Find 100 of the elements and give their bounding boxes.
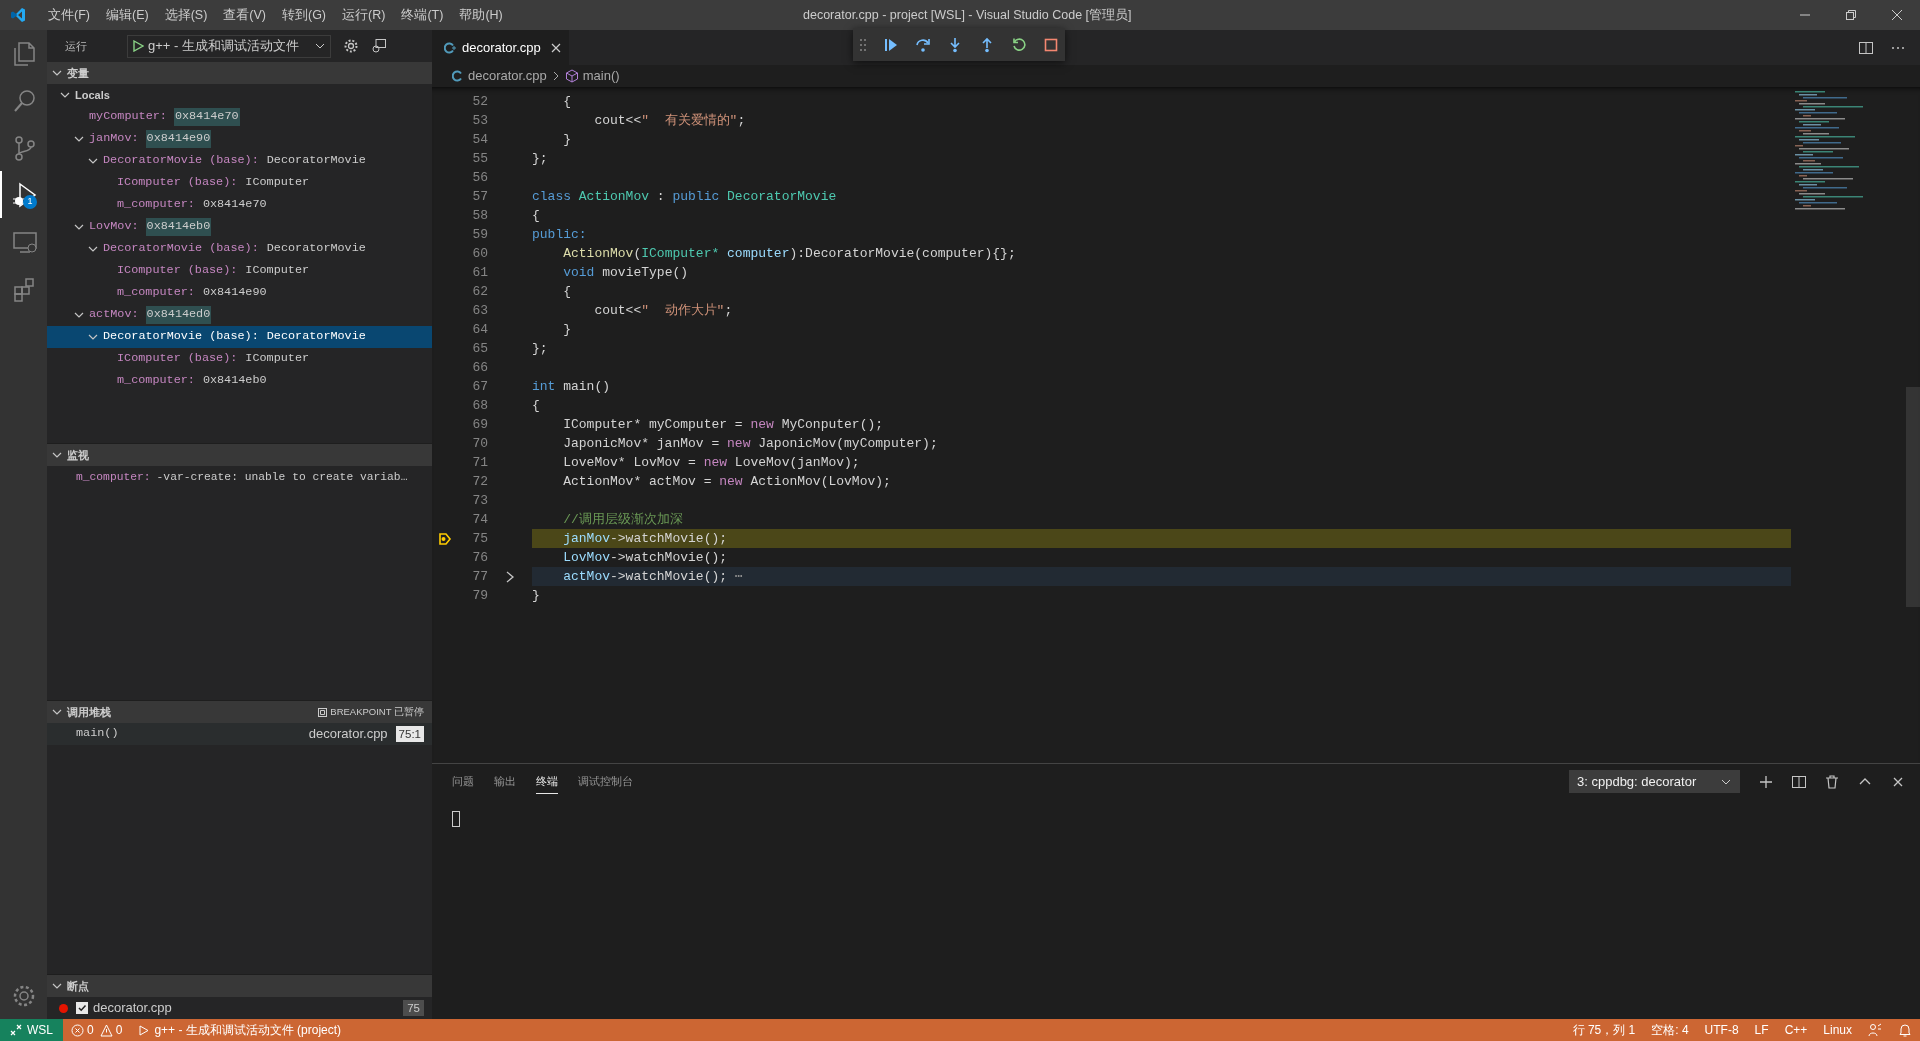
variable-row[interactable]: myComputer: 0x8414e70 (47, 106, 432, 128)
panel-tab[interactable]: 调试控制台 (578, 768, 633, 795)
line-number: 66 (471, 358, 488, 377)
variable-value: DecoratorMovie (265, 152, 367, 170)
bell-icon[interactable] (1898, 1023, 1912, 1037)
variable-value: IComputer (244, 350, 311, 368)
stack-frame[interactable]: main() decorator.cpp 75:1 (47, 723, 432, 745)
breadcrumb[interactable]: main() (582, 66, 620, 86)
debug-console-icon[interactable] (371, 38, 387, 54)
settings-icon[interactable] (343, 38, 359, 54)
trash-icon[interactable] (1824, 773, 1840, 790)
variable-row[interactable]: IComputer (base): IComputer (47, 172, 432, 194)
line-number: 73 (471, 491, 488, 510)
remote-icon (10, 1024, 22, 1036)
status-item[interactable]: 空格: 4 (1643, 1021, 1697, 1039)
position-badge: 75:1 (395, 726, 424, 742)
variable-row[interactable]: m_computer: 0x8414e70 (47, 194, 432, 216)
variable-row[interactable]: m_computer: 0x8414e90 (47, 282, 432, 304)
variable-value: 0x8414ed0 (145, 306, 212, 324)
variable-value: 0x8414e70 (173, 108, 240, 126)
play-icon (138, 1024, 150, 1036)
section-header[interactable]: 监视 (47, 444, 432, 466)
variable-row[interactable]: DecoratorMovie (base): DecoratorMovie (47, 150, 432, 172)
frame-name: main() (76, 725, 119, 743)
checkbox[interactable] (76, 1002, 88, 1014)
watch-row[interactable]: m_computer: -var-create: unable to create variab… (47, 466, 432, 488)
problems-indicator[interactable]: 0 0 (63, 1021, 131, 1039)
section-header[interactable]: 调用堆栈 BREAKPOINT 已暂停 (47, 701, 432, 723)
variable-row[interactable]: IComputer (base): IComputer (47, 260, 432, 282)
code-line: { (532, 397, 541, 415)
line-number: 70 (471, 434, 488, 453)
menu-item[interactable]: 选择(S) (156, 5, 216, 25)
code-line: { (562, 93, 572, 111)
code-line: cout<<" 有关爱情的"; (593, 112, 747, 130)
line-number: 75 (471, 529, 488, 548)
line-number: 57 (471, 187, 488, 206)
remote-indicator[interactable]: WSL (0, 1019, 63, 1041)
fold-chevron-icon[interactable] (505, 569, 515, 584)
menu-item[interactable]: 查看(V) (215, 5, 274, 25)
line-number: 79 (471, 586, 488, 605)
line-number: 65 (471, 339, 488, 358)
variable-row[interactable]: m_computer: 0x8414eb0 (47, 370, 432, 392)
panel-tab[interactable]: 终端 (536, 768, 558, 795)
paused-status: BREAKPOINT 已暂停 (318, 704, 424, 720)
panel-tab[interactable]: 输出 (494, 768, 516, 795)
split-editor-icon[interactable] (1858, 39, 1874, 56)
cpp-file-icon (452, 70, 464, 82)
launch-indicator[interactable]: g++ - 生成和调试活动文件 (project) (130, 1021, 350, 1039)
step-over-icon[interactable] (915, 36, 931, 53)
launch-config-dropdown[interactable]: g++ - 生成和调试活动文件 (127, 34, 331, 58)
feedback-icon[interactable] (1868, 1023, 1882, 1037)
variable-row[interactable]: actMov: 0x8414ed0 (47, 304, 432, 326)
menu-item[interactable]: 编辑(E) (97, 5, 157, 25)
split-terminal-icon[interactable] (1791, 773, 1807, 790)
line-number: 72 (471, 472, 488, 491)
close-icon[interactable] (550, 42, 561, 53)
section-header[interactable]: 断点 (47, 975, 432, 997)
breadcrumb[interactable]: decorator.cpp (468, 66, 547, 86)
variable-name: actMov: (89, 306, 139, 324)
menu-item[interactable]: 文件(F) (40, 5, 98, 25)
code-line: JaponicMov* janMov = new JaponicMov(myComputer); (562, 435, 939, 453)
variable-value: 0x8414e90 (201, 284, 268, 302)
status-item[interactable]: Linux (1815, 1021, 1860, 1039)
breakpoint-row[interactable]: decorator.cpp 75 (47, 997, 432, 1019)
plus-icon[interactable] (1758, 773, 1774, 790)
continue-icon[interactable] (883, 36, 899, 53)
variable-value: DecoratorMovie (265, 240, 367, 258)
restart-icon[interactable] (1011, 36, 1027, 53)
terminal-dropdown[interactable]: 3: cppdbg: decorator (1569, 770, 1740, 793)
drag-grip-icon[interactable] (859, 37, 867, 52)
status-item[interactable]: LF (1746, 1021, 1777, 1039)
line-number: 56 (471, 168, 488, 187)
step-into-icon[interactable] (947, 36, 963, 53)
terminal-cursor (452, 811, 460, 827)
paused-breakpoint-icon (438, 531, 452, 546)
variable-row[interactable]: DecoratorMovie (base): DecoratorMovie (47, 326, 432, 348)
line-number: 62 (471, 282, 488, 301)
menu-item[interactable]: 终端(T) (393, 5, 452, 25)
scope-row[interactable]: Locals (47, 84, 432, 106)
variable-row[interactable]: LovMov: 0x8414eb0 (47, 216, 432, 238)
code-line: //调用层级渐次加深 (562, 511, 684, 529)
variable-row[interactable]: IComputer (base): IComputer (47, 348, 432, 370)
menu-item[interactable]: 转到(G) (274, 5, 335, 25)
menu-item[interactable]: 运行(R) (334, 5, 394, 25)
status-item[interactable]: C++ (1776, 1021, 1816, 1039)
line-number: 74 (471, 510, 488, 529)
panel-tab[interactable]: 问题 (452, 768, 474, 795)
status-item[interactable]: UTF-8 (1696, 1021, 1747, 1039)
variable-row[interactable]: janMov: 0x8414e90 (47, 128, 432, 150)
stop-icon[interactable] (1043, 36, 1059, 53)
error-icon (71, 1023, 84, 1037)
variable-row[interactable]: DecoratorMovie (base): DecoratorMovie (47, 238, 432, 260)
editor-tab[interactable]: decorator.cpp (432, 30, 569, 65)
status-item[interactable]: 行 75，列 1 (1564, 1021, 1644, 1039)
code-line: public: (532, 226, 588, 244)
menu-item[interactable]: 帮助(H) (451, 5, 511, 25)
section-header[interactable]: 变量 (47, 62, 432, 84)
variable-name: DecoratorMovie (base): (103, 240, 259, 258)
close-icon (1891, 9, 1903, 21)
code-line: LoveMov* LovMov = new LoveMov(janMov); (562, 454, 861, 472)
